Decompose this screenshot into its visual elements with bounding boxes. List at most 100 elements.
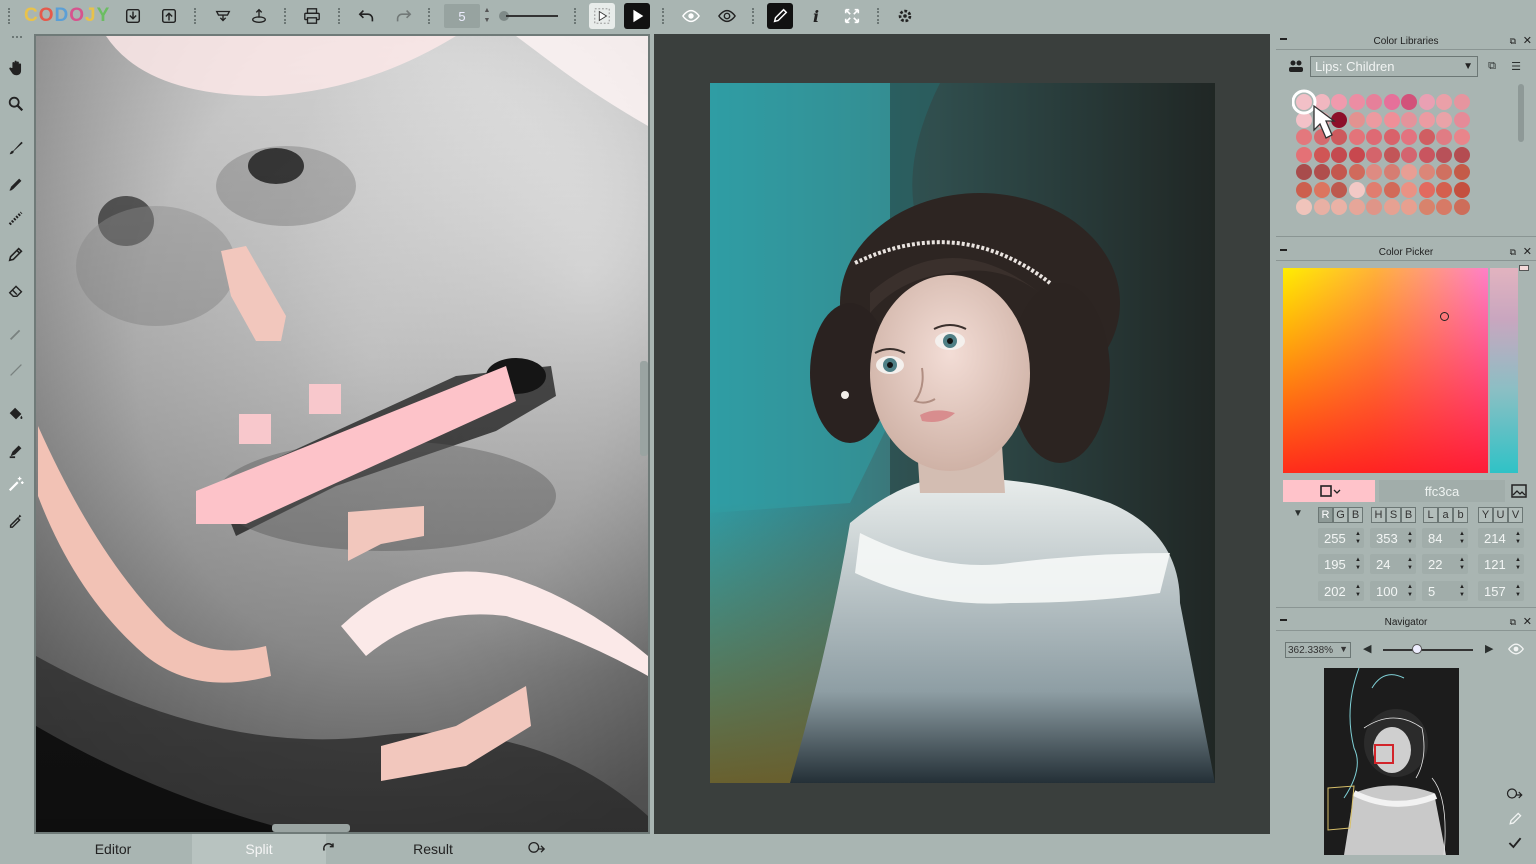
stepper-icon[interactable]: ▲ ▼ <box>1515 583 1521 599</box>
color-swatch[interactable] <box>1453 164 1470 180</box>
zoom-slider[interactable] <box>1383 649 1473 651</box>
color-swatch[interactable] <box>1453 129 1470 145</box>
collapse-icon[interactable] <box>1280 38 1287 40</box>
toolbar-grip[interactable] <box>338 8 342 24</box>
color-swatch[interactable] <box>1453 111 1470 128</box>
checkmark-icon[interactable] <box>1506 834 1524 852</box>
fill-bucket-icon[interactable] <box>4 402 28 426</box>
stepper-icon[interactable]: ▲ ▼ <box>1355 530 1361 546</box>
color-field[interactable] <box>1283 268 1488 473</box>
library-users-icon[interactable] <box>1288 58 1304 74</box>
stepper-icon[interactable]: ▲ ▼ <box>1459 583 1465 599</box>
color-swatch[interactable] <box>1401 111 1417 128</box>
float-panel-icon[interactable]: ⧉ <box>1510 617 1516 628</box>
color-swatch[interactable] <box>1383 94 1400 110</box>
toolbar-grip[interactable] <box>8 8 12 24</box>
color-swatch[interactable] <box>1418 111 1435 128</box>
close-icon[interactable]: ✕ <box>1523 615 1532 628</box>
mode-g[interactable]: G <box>1333 507 1348 523</box>
color-swatch[interactable] <box>1366 181 1382 198</box>
compare-icon[interactable] <box>1506 786 1524 804</box>
close-icon[interactable]: ✕ <box>1523 245 1532 258</box>
color-swatch[interactable] <box>1366 94 1382 110</box>
value-brightness[interactable]: 100 ▲ ▼ <box>1370 581 1416 601</box>
mode-b[interactable]: B <box>1348 507 1363 523</box>
value-l[interactable]: 84 ▲ ▼ <box>1422 528 1468 548</box>
color-swatch[interactable] <box>1453 199 1470 215</box>
pencil-tool-icon[interactable] <box>4 242 28 266</box>
color-swatch[interactable] <box>1296 164 1312 180</box>
color-swatch[interactable] <box>1418 94 1435 110</box>
color-swatch[interactable] <box>1418 146 1435 163</box>
color-swatch[interactable] <box>1401 129 1417 145</box>
mode-a[interactable]: a <box>1438 507 1453 523</box>
color-swatch[interactable] <box>1383 199 1400 215</box>
color-swatch[interactable] <box>1418 129 1435 145</box>
color-swatch[interactable] <box>1418 164 1435 180</box>
toolbar-grip[interactable] <box>284 8 288 24</box>
color-swatch[interactable] <box>1436 146 1452 163</box>
mode-h[interactable]: H <box>1371 507 1386 523</box>
color-swatch[interactable] <box>1383 181 1400 198</box>
color-swatch[interactable] <box>1296 199 1312 215</box>
value-y[interactable]: 214 ▲ ▼ <box>1478 528 1524 548</box>
hue-strip[interactable] <box>1490 268 1518 473</box>
mode-u[interactable]: U <box>1493 507 1508 523</box>
color-swatch[interactable] <box>1366 164 1382 180</box>
tab-split[interactable]: Split <box>192 834 326 864</box>
toolbar-grip[interactable] <box>194 8 198 24</box>
color-swatch[interactable] <box>1436 111 1452 128</box>
color-swatch[interactable] <box>1418 181 1435 198</box>
undo-icon[interactable] <box>354 3 380 29</box>
toolbar-grip[interactable] <box>574 8 578 24</box>
close-icon[interactable]: ✕ <box>1523 34 1532 47</box>
value-b[interactable]: 202 ▲ ▼ <box>1318 581 1364 601</box>
toolbar-grip[interactable] <box>877 8 881 24</box>
stepper-icon[interactable]: ▲ ▼ <box>1407 583 1413 599</box>
color-swatch[interactable] <box>1366 146 1382 163</box>
color-swatch[interactable] <box>1401 94 1417 110</box>
settings-icon[interactable] <box>892 3 918 29</box>
stepper-icon[interactable]: ▲ ▼ <box>1355 583 1361 599</box>
color-swatch[interactable] <box>1331 146 1347 163</box>
load-mask-icon[interactable] <box>246 3 272 29</box>
stepper-icon[interactable]: ▲ ▼ <box>1407 530 1413 546</box>
value-h[interactable]: 353 ▲ ▼ <box>1370 528 1416 548</box>
library-select[interactable]: Lips: Children ▼ <box>1310 56 1478 77</box>
color-swatch[interactable] <box>1401 164 1417 180</box>
pencil-icon[interactable] <box>767 3 793 29</box>
line-icon[interactable] <box>4 358 28 382</box>
color-swatch[interactable] <box>1453 146 1470 163</box>
value-v[interactable]: 157 ▲ ▼ <box>1478 581 1524 601</box>
tab-editor[interactable]: Editor <box>34 834 192 864</box>
value-r[interactable]: 255 ▲ ▼ <box>1318 528 1364 548</box>
color-swatch[interactable] <box>1383 164 1400 180</box>
editor-horizontal-scrollbar[interactable] <box>272 824 350 832</box>
import-icon[interactable] <box>120 3 146 29</box>
brush-icon[interactable] <box>4 136 28 160</box>
mode-hsb-b[interactable]: B <box>1401 507 1416 523</box>
eye-mask-icon[interactable] <box>714 3 740 29</box>
toolbar-grip[interactable] <box>662 8 666 24</box>
stamp-icon[interactable] <box>4 438 28 462</box>
toolbar-grip[interactable] <box>428 8 432 24</box>
hand-icon[interactable] <box>4 56 28 80</box>
stepper-icon[interactable]: ▲ ▼ <box>1459 556 1465 572</box>
navigator-viewport-frame[interactable] <box>1374 744 1394 764</box>
color-swatch[interactable] <box>1296 146 1312 163</box>
stepper-icon[interactable]: ▲ ▼ <box>1515 556 1521 572</box>
color-swatch[interactable] <box>1401 199 1417 215</box>
hue-marker[interactable] <box>1519 265 1529 271</box>
collapse-values-icon[interactable]: ▼ <box>1293 508 1303 519</box>
hex-field[interactable]: ffc3ca <box>1379 480 1505 502</box>
color-swatch[interactable] <box>1348 164 1365 180</box>
tab-result[interactable]: Result <box>354 834 512 864</box>
zoom-out-arrow-icon[interactable]: ◀ <box>1363 642 1371 655</box>
color-swatch[interactable] <box>1383 146 1400 163</box>
play-icon[interactable] <box>624 3 650 29</box>
color-swatch[interactable] <box>1453 181 1470 198</box>
toolbar-grip[interactable] <box>752 8 756 24</box>
color-swatch[interactable] <box>1383 129 1400 145</box>
tool-column-grip[interactable] <box>12 36 22 40</box>
eye-icon[interactable] <box>678 3 704 29</box>
